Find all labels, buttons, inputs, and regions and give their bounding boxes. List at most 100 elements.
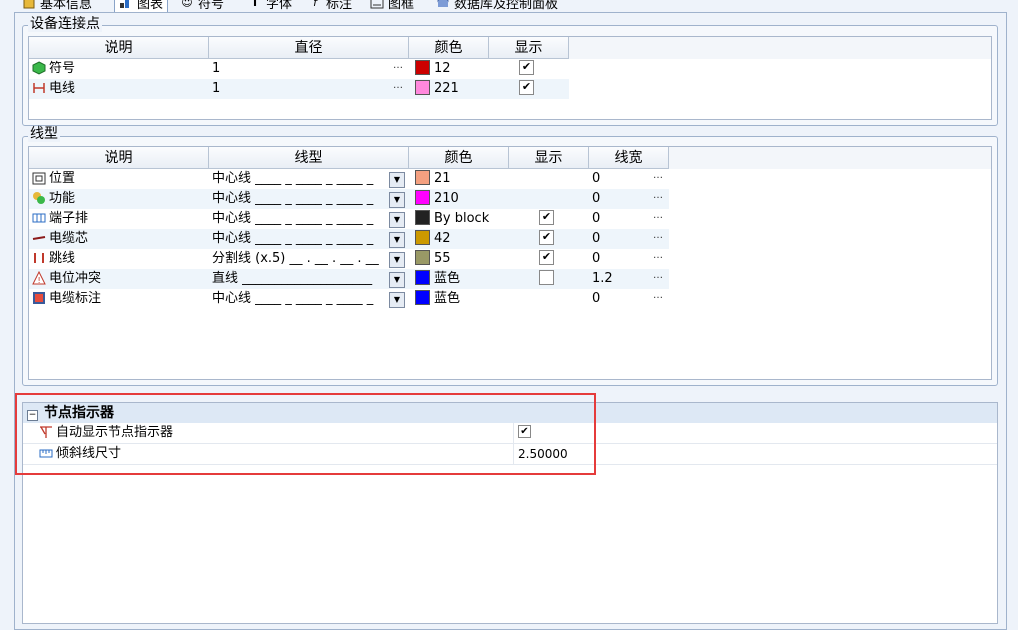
linewidth-cell[interactable]: 0…: [589, 169, 669, 189]
color-cell[interactable]: 210: [409, 189, 509, 209]
color-cell[interactable]: 55: [409, 249, 509, 269]
diameter-cell[interactable]: 1…: [209, 59, 409, 79]
chevron-down-icon[interactable]: ▼: [389, 272, 405, 288]
table-row[interactable]: 电缆芯 中心线 ____ _ ____ _ ____ _ ▼ 42 ✔ 0…: [29, 229, 669, 249]
diameter-cell[interactable]: 1…: [209, 79, 409, 99]
chevron-down-icon[interactable]: ▼: [389, 172, 405, 188]
color-swatch: [415, 170, 430, 185]
color-cell[interactable]: 蓝色: [409, 269, 509, 289]
tab-label: 基本信息: [40, 0, 93, 12]
color-cell[interactable]: 蓝色: [409, 289, 509, 309]
color-swatch: [415, 210, 430, 225]
color-swatch: [415, 270, 430, 285]
color-value: 210: [434, 191, 459, 206]
row-name: 符号: [49, 61, 76, 76]
tab-annotation[interactable]: f 标注: [308, 0, 352, 12]
color-cell[interactable]: By block: [409, 209, 509, 229]
wire-icon: [32, 81, 46, 95]
col-header-diameter[interactable]: 直径: [209, 37, 409, 59]
linewidth-value: 0: [592, 171, 601, 186]
ellipsis-button[interactable]: …: [653, 269, 663, 286]
color-cell[interactable]: 42: [409, 229, 509, 249]
show-checkbox[interactable]: [539, 270, 554, 285]
linetype-value: 中心线 ____ _ ____ _ ____ _: [212, 191, 374, 206]
linetype-rows: 位置 中心线 ____ _ ____ _ ____ _ ▼ 21 0… 功能 中心线 ___…: [29, 169, 991, 309]
row-description: 功能: [29, 189, 209, 209]
color-cell[interactable]: 12: [409, 59, 489, 79]
table-row[interactable]: 电缆标注 中心线 ____ _ ____ _ ____ _ ▼ 蓝色 0…: [29, 289, 669, 309]
linewidth-cell[interactable]: 0…: [589, 249, 669, 269]
ellipsis-button[interactable]: …: [393, 79, 403, 96]
row-name: 端子排: [49, 211, 89, 226]
ellipsis-button[interactable]: …: [653, 229, 663, 246]
row-name: 跳线: [49, 251, 76, 266]
linewidth-cell[interactable]: 0…: [589, 289, 669, 309]
linetype-dropdown[interactable]: 中心线 ____ _ ____ _ ____ _ ▼: [209, 229, 409, 249]
linetype-dropdown[interactable]: 中心线 ____ _ ____ _ ____ _ ▼: [209, 169, 409, 189]
show-checkbox[interactable]: ✔: [539, 230, 554, 245]
chevron-down-icon[interactable]: ▼: [389, 232, 405, 248]
row-description: 位置: [29, 169, 209, 189]
linetype-dropdown[interactable]: 中心线 ____ _ ____ _ ____ _ ▼: [209, 289, 409, 309]
col-header-color[interactable]: 颜色: [409, 147, 509, 169]
diameter-value: 1: [212, 61, 221, 76]
tab-label: 数据库及控制面板: [454, 0, 559, 12]
color-cell[interactable]: 21: [409, 169, 509, 189]
linetype-dropdown[interactable]: 中心线 ____ _ ____ _ ____ _ ▼: [209, 189, 409, 209]
linetype-dropdown[interactable]: 中心线 ____ _ ____ _ ____ _ ▼: [209, 209, 409, 229]
table-row[interactable]: 端子排 中心线 ____ _ ____ _ ____ _ ▼ By block ✔ 0…: [29, 209, 669, 229]
col-header-description[interactable]: 说明: [29, 147, 209, 169]
show-checkbox[interactable]: ✔: [539, 250, 554, 265]
tab-basic-info[interactable]: 基本信息: [22, 0, 92, 12]
table-row[interactable]: ! 电位冲突 直线 ____________________ ▼ 蓝色 1.2…: [29, 269, 669, 289]
color-value: 221: [434, 81, 459, 96]
show-checkbox[interactable]: ✔: [519, 80, 534, 95]
grid-header: 说明 直径 颜色 显示: [29, 37, 991, 59]
highlight-box: [15, 393, 596, 475]
chevron-down-icon[interactable]: ▼: [389, 252, 405, 268]
ellipsis-button[interactable]: …: [653, 209, 663, 226]
linewidth-cell[interactable]: 0…: [589, 229, 669, 249]
ellipsis-button[interactable]: …: [653, 169, 663, 186]
show-checkbox[interactable]: ✔: [539, 210, 554, 225]
col-header-description[interactable]: 说明: [29, 37, 209, 59]
table-row[interactable]: 位置 中心线 ____ _ ____ _ ____ _ ▼ 21 0…: [29, 169, 669, 189]
col-header-color[interactable]: 颜色: [409, 37, 489, 59]
font-icon: T: [251, 0, 259, 9]
color-cell[interactable]: 221: [409, 79, 489, 99]
color-swatch: [415, 60, 430, 75]
chevron-down-icon[interactable]: ▼: [389, 192, 405, 208]
show-cell: ✔: [509, 249, 589, 269]
chevron-down-icon[interactable]: ▼: [389, 292, 405, 308]
table-row[interactable]: 功能 中心线 ____ _ ____ _ ____ _ ▼ 210 0…: [29, 189, 669, 209]
col-header-show[interactable]: 显示: [489, 37, 569, 59]
row-name: 电缆芯: [49, 231, 89, 246]
tab-frame[interactable]: 图框: [370, 0, 414, 12]
svg-text:!: !: [38, 276, 41, 285]
linetype-dropdown[interactable]: 分割线 (x.5) __ . __ . __ . __ ▼: [209, 249, 409, 269]
col-header-linetype[interactable]: 线型: [209, 147, 409, 169]
linewidth-cell[interactable]: 1.2…: [589, 269, 669, 289]
table-row[interactable]: 跳线 分割线 (x.5) __ . __ . __ . __ ▼ 55 ✔ 0…: [29, 249, 669, 269]
tab-font[interactable]: T 字体: [248, 0, 292, 12]
info-icon: [22, 0, 36, 9]
linetype-value: 分割线 (x.5) __ . __ . __ . __: [212, 251, 379, 266]
ellipsis-button[interactable]: …: [653, 189, 663, 206]
tab-chart[interactable]: 图表: [114, 0, 169, 12]
table-row[interactable]: 电线 1… 221 ✔: [29, 79, 569, 99]
chevron-down-icon[interactable]: ▼: [389, 212, 405, 228]
col-header-linewidth[interactable]: 线宽: [589, 147, 669, 169]
linewidth-cell[interactable]: 0…: [589, 209, 669, 229]
ellipsis-button[interactable]: …: [653, 289, 663, 306]
show-checkbox[interactable]: ✔: [519, 60, 534, 75]
table-row[interactable]: 符号 1… 12 ✔: [29, 59, 569, 79]
ellipsis-button[interactable]: …: [653, 249, 663, 266]
tab-symbol[interactable]: ☺ 符号: [180, 0, 224, 12]
tab-database[interactable]: 数据库及控制面板: [436, 0, 558, 12]
potential-conflict-icon: !: [32, 270, 46, 285]
linewidth-cell[interactable]: 0…: [589, 189, 669, 209]
linetype-dropdown[interactable]: 直线 ____________________ ▼: [209, 269, 409, 289]
ellipsis-button[interactable]: …: [393, 59, 403, 76]
col-header-show[interactable]: 显示: [509, 147, 589, 169]
row-description: 电缆芯: [29, 229, 209, 249]
